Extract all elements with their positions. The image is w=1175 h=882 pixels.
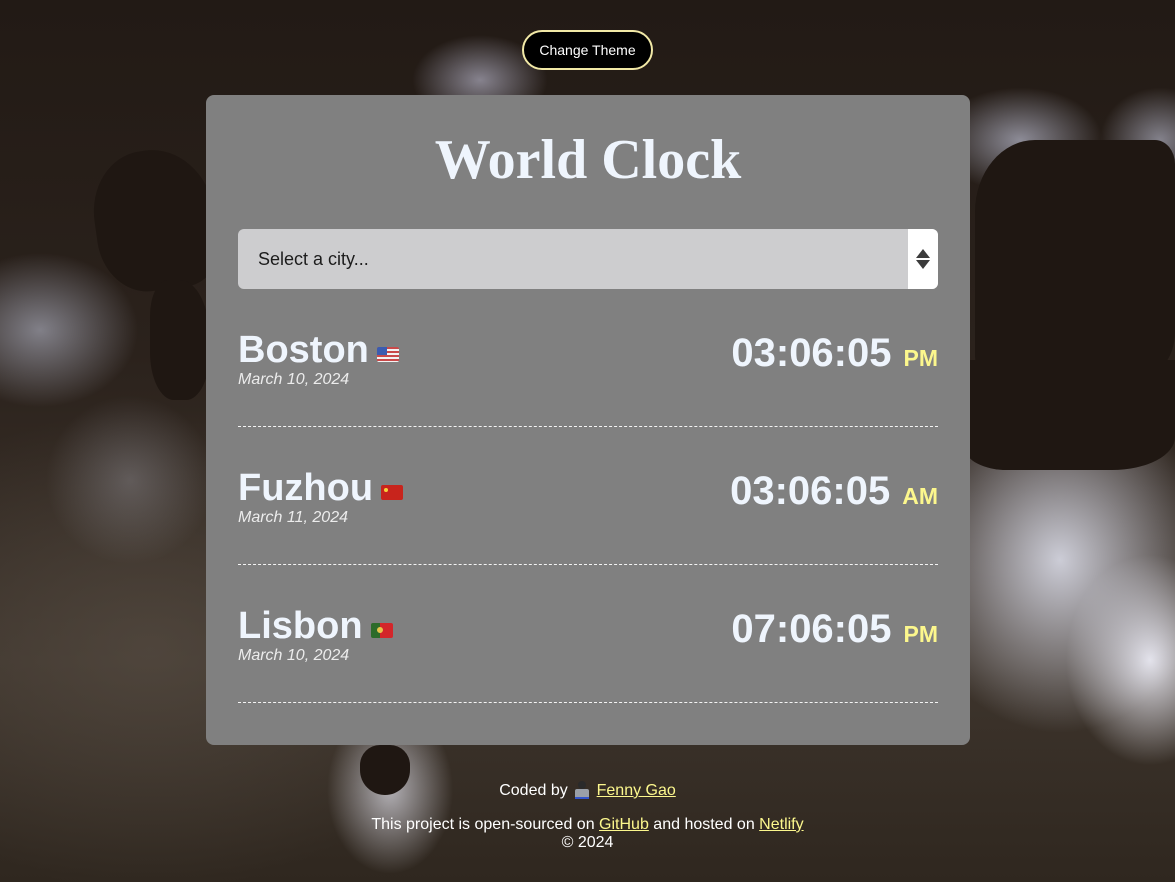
city-date: March 10, 2024 <box>238 371 350 388</box>
city-row-fuzhou: Fuzhou March 11, 2024 03:06:05 AM <box>238 427 938 565</box>
time-value: 07:06:05 <box>731 607 892 651</box>
time-ampm: PM <box>903 345 939 371</box>
page-title: World Clock <box>434 129 742 191</box>
city-date: March 10, 2024 <box>238 647 350 664</box>
github-link[interactable]: GitHub <box>599 816 649 833</box>
footer: Coded by Fenny Gao This project is open-… <box>0 780 1175 852</box>
time-ampm: PM <box>903 621 939 647</box>
continent-shape <box>150 280 210 400</box>
arrow-down-icon <box>916 260 930 269</box>
source-prefix-text: This project is open-sourced on <box>371 816 595 833</box>
time-value: 03:06:05 <box>730 469 891 513</box>
hosted-text: and hosted on <box>653 816 755 833</box>
city-date: March 11, 2024 <box>238 509 348 526</box>
city-name: Fuzhou <box>238 467 374 509</box>
city-time: 03:06:05 PM <box>731 331 938 376</box>
author-link[interactable]: Fenny Gao <box>597 782 676 799</box>
cn-flag-icon <box>381 485 404 500</box>
city-name-wrapper: Lisbon <box>238 605 393 648</box>
coded-by-text: Coded by <box>499 782 568 799</box>
change-theme-button[interactable]: Change Theme <box>522 30 653 70</box>
city-time: 07:06:05 PM <box>731 607 938 652</box>
technologist-emoji-icon <box>574 781 590 799</box>
pt-flag-icon <box>370 623 393 638</box>
select-arrows-icon <box>908 229 938 289</box>
city-name: Boston <box>238 329 369 371</box>
copyright: © 2024 <box>561 834 614 851</box>
time-value: 03:06:05 <box>731 331 892 375</box>
city-name: Lisbon <box>238 605 363 647</box>
city-row-lisbon: Lisbon March 10, 2024 07:06:05 PM <box>238 565 938 703</box>
city-select-placeholder: Select a city... <box>258 249 369 269</box>
continent-shape <box>965 360 1175 470</box>
city-name-wrapper: Boston <box>238 329 399 372</box>
continent-shape <box>85 142 225 298</box>
city-select[interactable]: Select a city... <box>238 229 938 289</box>
time-ampm: AM <box>902 483 938 509</box>
city-time: 03:06:05 AM <box>730 469 938 514</box>
city-row-boston: Boston March 10, 2024 03:06:05 PM <box>238 289 938 427</box>
continent-shape <box>975 140 1175 380</box>
city-name-wrapper: Fuzhou <box>238 467 404 510</box>
source-line: This project is open-sourced on GitHub a… <box>0 816 1175 834</box>
netlify-link[interactable]: Netlify <box>759 816 803 833</box>
world-clock-card: World Clock Select a city... Boston Marc… <box>206 95 970 745</box>
coded-by-line: Coded by Fenny Gao <box>0 780 1175 802</box>
us-flag-icon <box>376 347 399 362</box>
arrow-up-icon <box>916 249 930 258</box>
